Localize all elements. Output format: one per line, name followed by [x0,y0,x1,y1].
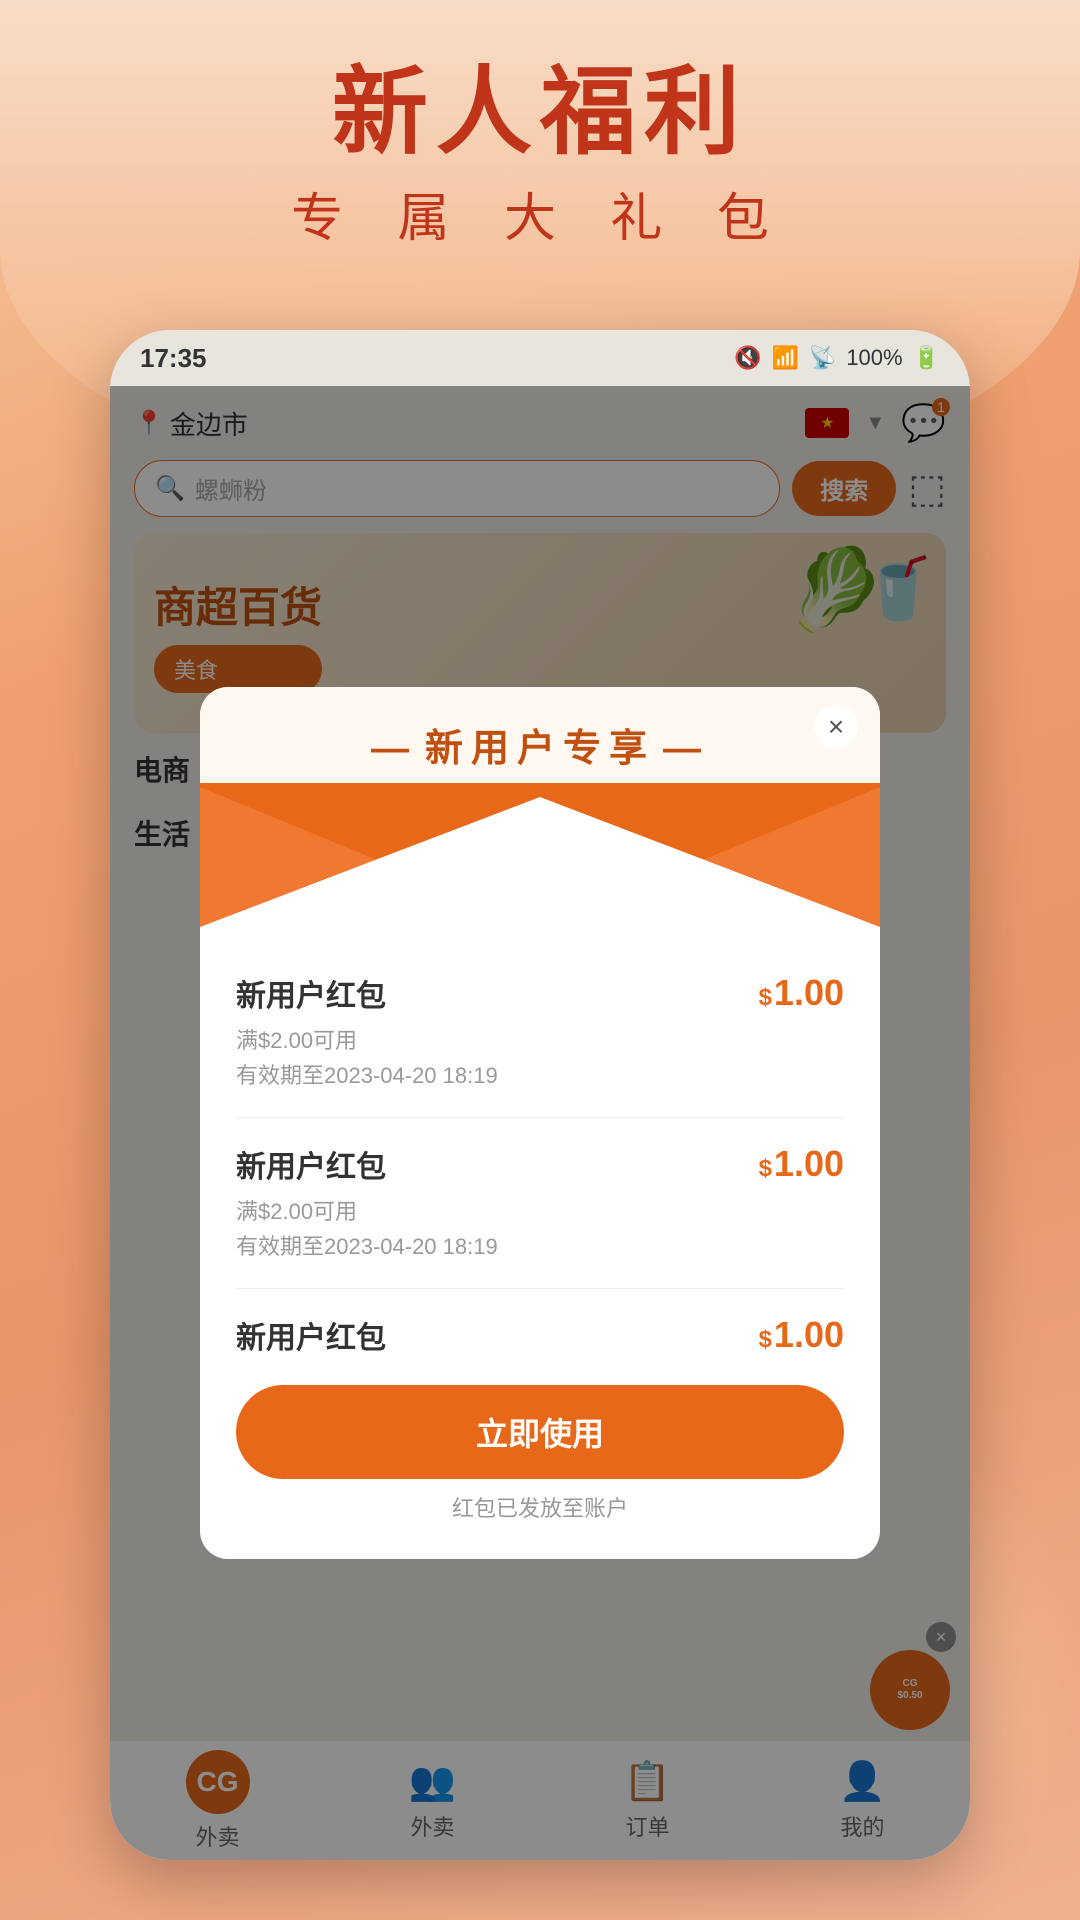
status-time: 17:35 [140,343,207,374]
envelope-flap [200,787,880,927]
use-hint: 红包已发放至账户 [236,1491,844,1539]
phone-frame: 17:35 🔇 📶 📡 100% 🔋 📍 金边市 ★ ▼ 💬 [110,330,970,1860]
modal-close-button[interactable]: × [814,705,858,749]
app-content: 📍 金边市 ★ ▼ 💬 1 🔍 螺蛳粉 搜索 ⬚ [110,386,970,1860]
coupon-amount-3: $1.00 [759,1314,844,1356]
mute-icon: 🔇 [734,345,761,371]
modal: × 新用户专享 [200,687,880,1560]
modal-body: 新用户红包 $1.00 满$2.00可用 有效期至2023-04-20 18:1… [200,927,880,1560]
status-icons: 🔇 📶 📡 100% 🔋 [734,345,940,371]
signal-icon: 📡 [809,345,836,371]
coupon-item-3: 新用户红包 $1.00 [236,1289,844,1365]
coupon-amount-2: $1.00 [759,1143,844,1185]
coupon-row-2: 新用户红包 $1.00 [236,1142,844,1186]
coupon-row-3: 新用户红包 $1.00 [236,1313,844,1357]
header-section: 新人福利 专 属 大 礼 包 [0,60,1080,251]
wifi-icon: 📶 [772,345,799,371]
coupon-currency-2: $ [759,1155,772,1182]
battery-text: 100% [846,345,902,371]
coupon-name-3: 新用户红包 [236,1313,386,1357]
header-subtitle: 专 属 大 礼 包 [0,176,1080,251]
coupon-desc-2: 满$2.00可用 有效期至2023-04-20 18:19 [236,1194,844,1264]
coupon-item-2: 新用户红包 $1.00 满$2.00可用 有效期至2023-04-20 18:1… [236,1118,844,1289]
coupon-name-2: 新用户红包 [236,1142,386,1186]
coupon-amount-1: $1.00 [759,972,844,1014]
envelope-triangle [200,797,880,927]
use-button[interactable]: 立即使用 [236,1385,844,1479]
modal-header-text: 新用户专享 [363,717,717,772]
modal-overlay[interactable]: × 新用户专享 [110,386,970,1860]
status-bar: 17:35 🔇 📶 📡 100% 🔋 [110,330,970,386]
coupon-name-1: 新用户红包 [236,971,386,1015]
modal-header: 新用户专享 [200,687,880,927]
coupon-item-1: 新用户红包 $1.00 满$2.00可用 有效期至2023-04-20 18:1… [236,947,844,1118]
header-title: 新人福利 [0,60,1080,166]
coupon-desc-1: 满$2.00可用 有效期至2023-04-20 18:19 [236,1023,844,1093]
coupon-row-1: 新用户红包 $1.00 [236,971,844,1015]
battery-icon: 🔋 [913,345,940,371]
coupon-currency-1: $ [759,984,772,1011]
coupon-currency-3: $ [759,1326,772,1353]
